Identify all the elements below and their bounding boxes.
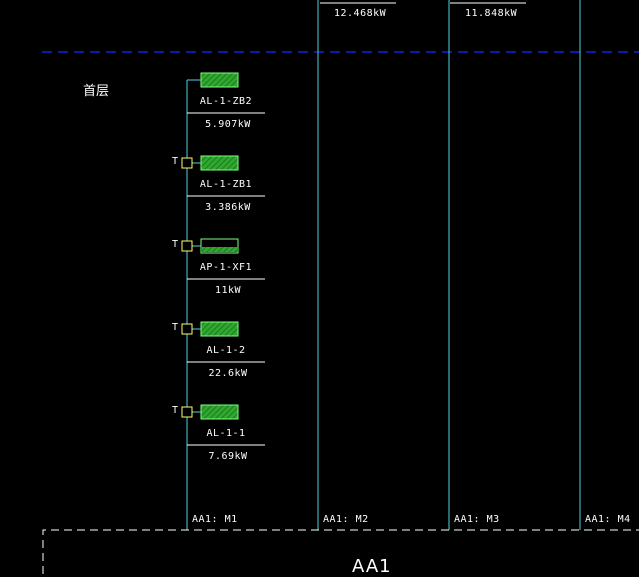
- panel-outline: [42, 529, 639, 574]
- breaker-symbol: [200, 404, 239, 420]
- feeder-label-m2: AA1: M2: [323, 514, 369, 525]
- tap-marker-label: T: [172, 156, 179, 167]
- top-load-value-1: 12.468kW: [334, 8, 387, 19]
- breaker-name: AP-1-XF1: [199, 262, 253, 273]
- tap-marker: [181, 157, 193, 169]
- tap-marker-label: T: [172, 239, 179, 250]
- breaker-name: AL-1-ZB2: [199, 96, 253, 107]
- breaker-power: 5.907kW: [205, 119, 251, 130]
- tap-marker: [181, 406, 193, 418]
- breaker-symbol: [200, 72, 239, 88]
- feeder-label-m1: AA1: M1: [192, 514, 238, 525]
- breaker-symbol-fill: [202, 247, 237, 252]
- feeder-label-m4: AA1: M4: [585, 514, 631, 525]
- breaker-power: 3.386kW: [205, 202, 251, 213]
- tap-marker-label: T: [172, 322, 179, 333]
- breaker-power: 11kW: [214, 285, 242, 296]
- tap-marker-label: T: [172, 405, 179, 416]
- breaker-power: 22.6kW: [208, 368, 248, 379]
- breaker-name: AL-1-2: [206, 345, 246, 356]
- breaker-power: 7.69kW: [208, 451, 248, 462]
- floor-label: 首层: [83, 84, 110, 99]
- feeder-label-m3: AA1: M3: [454, 514, 500, 525]
- top-load-value-2: 11.848kW: [465, 8, 518, 19]
- tap-marker: [181, 240, 193, 252]
- breaker-name: AL-1-1: [206, 428, 246, 439]
- breaker-symbol: [200, 155, 239, 171]
- tap-marker: [181, 323, 193, 335]
- breaker-name: AL-1-ZB1: [199, 179, 253, 190]
- breaker-symbol: [200, 321, 239, 337]
